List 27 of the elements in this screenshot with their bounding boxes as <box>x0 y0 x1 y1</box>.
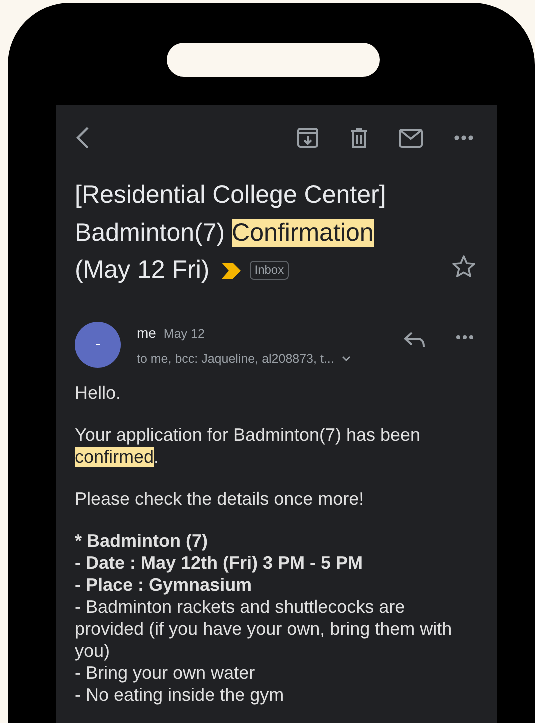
email-subject-line: [Residential College Center] <box>75 181 386 209</box>
trash-icon[interactable] <box>350 127 368 149</box>
star-icon[interactable] <box>452 255 476 278</box>
body-paragraph: Please check the details once more! <box>75 488 366 510</box>
sender-name: me <box>137 324 156 340</box>
body-paragraph: Your application for Badminton(7) has been confirmed. <box>75 424 422 468</box>
chevron-down-icon[interactable] <box>342 356 352 362</box>
email-subject-line: Badminton(7) Confirmation <box>75 218 374 246</box>
recipients-text: to me, bcc: Jaqueline, al208873, t... <box>137 350 334 368</box>
detail-line: - Place : Gymnasium <box>75 574 254 596</box>
avatar: - <box>75 322 121 368</box>
body-paragraph: Hello. <box>75 382 122 404</box>
back-icon[interactable] <box>76 126 90 150</box>
detail-line: - No eating inside the gym <box>75 684 286 706</box>
more-icon[interactable] <box>456 334 474 340</box>
importance-marker-icon <box>222 262 241 279</box>
message-date: May 12 <box>164 326 205 340</box>
detail-line: * Badminton (7) <box>75 530 209 552</box>
email-subject-line: (May 12 Fri) <box>75 255 210 286</box>
mail-icon[interactable] <box>399 128 423 148</box>
archive-icon[interactable] <box>297 127 319 149</box>
more-icon[interactable] <box>454 135 474 141</box>
detail-line: - Date : May 12th (Fri) 3 PM - 5 PM <box>75 552 364 574</box>
detail-line: - Badminton rackets and shuttlecocks are provided (if you have your own, bring them with you) <box>75 596 454 662</box>
detail-line: - Bring your own water <box>75 662 256 684</box>
reply-icon[interactable] <box>404 332 426 348</box>
inbox-label[interactable]: Inbox <box>250 261 290 280</box>
